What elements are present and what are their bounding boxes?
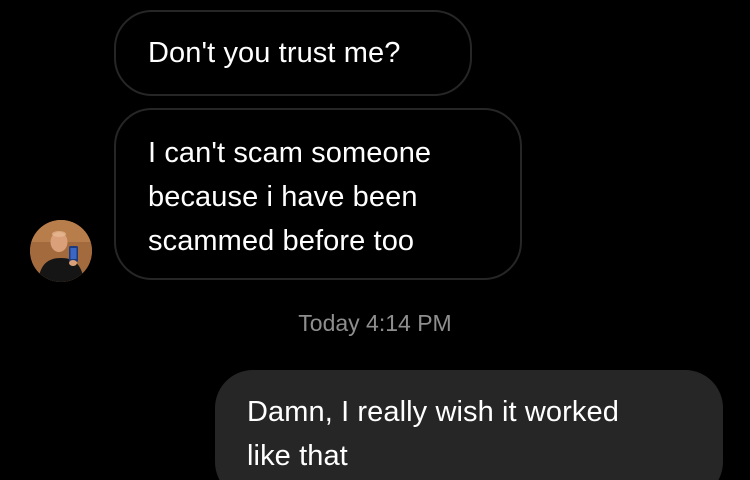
message-text: like that xyxy=(247,440,348,472)
incoming-message-bubble[interactable]: Don't you trust me? xyxy=(114,10,472,96)
incoming-message-bubble[interactable]: I can't scam someone because i have been… xyxy=(114,108,522,280)
message-text: Don't you trust me? xyxy=(148,37,401,69)
message-text: because i have been xyxy=(148,181,418,213)
message-text: scammed before too xyxy=(148,225,415,257)
profile-photo-icon xyxy=(30,220,92,282)
sender-avatar[interactable] xyxy=(30,220,92,282)
message-timestamp: Today 4:14 PM xyxy=(298,310,452,336)
message-text: I can't scam someone xyxy=(148,137,432,169)
outgoing-message-bubble[interactable]: Damn, I really wish it worked like that xyxy=(215,370,723,480)
message-text: Damn, I really wish it worked xyxy=(247,396,619,428)
